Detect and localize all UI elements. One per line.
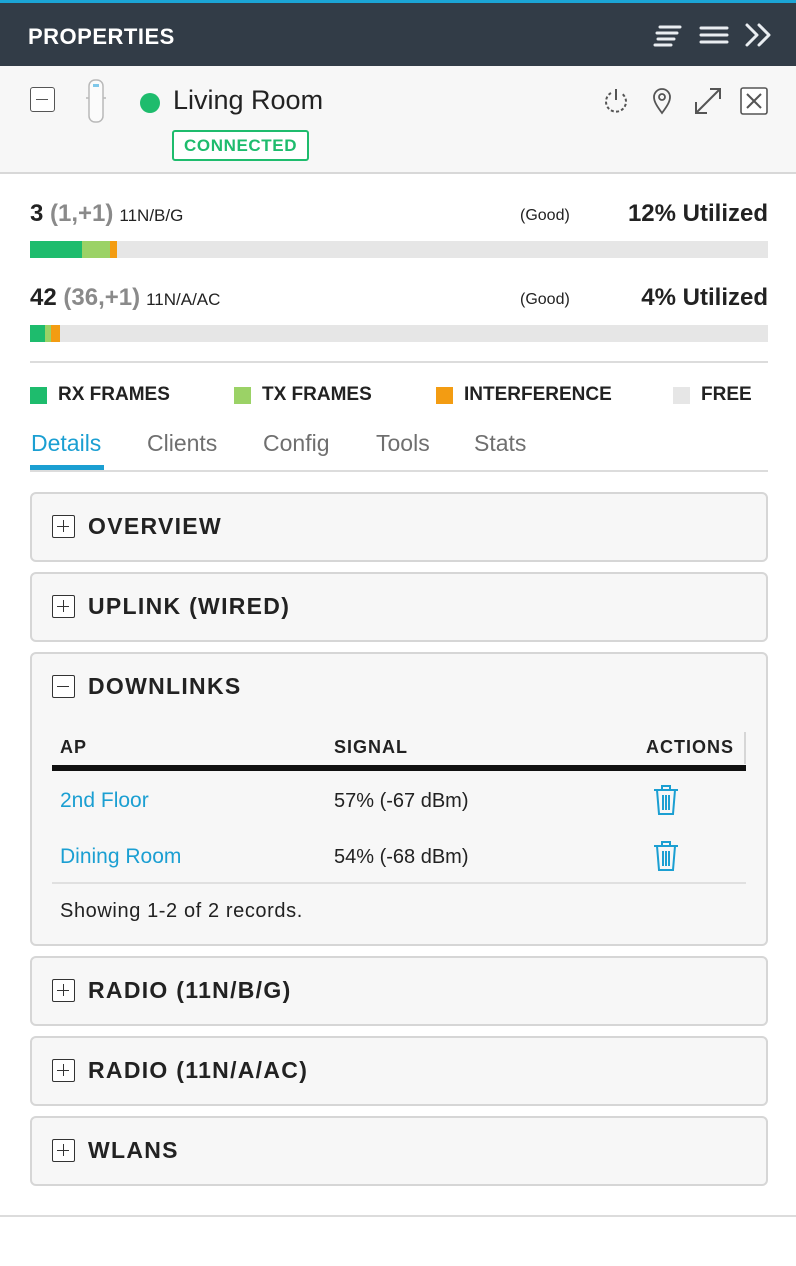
section-overview-toggle[interactable]: OVERVIEW <box>32 494 766 560</box>
radio-utilization: 4% Utilized <box>641 284 768 311</box>
section-uplink: UPLINK (WIRED) <box>30 572 768 642</box>
radio-band: 11N/A/AC <box>146 290 221 309</box>
status-badge: CONNECTED <box>172 130 310 161</box>
radio-band: 11N/B/G <box>119 206 184 225</box>
panel-title: PROPERTIES <box>28 24 175 49</box>
footer-divider <box>0 1215 796 1217</box>
properties-header: PROPERTIES <box>0 0 796 66</box>
downlink-ap-link[interactable]: 2nd Floor <box>60 789 149 813</box>
collapse-panel-icon[interactable] <box>744 20 776 50</box>
tab-tools[interactable]: Tools <box>376 430 430 457</box>
legend-swatch <box>673 387 690 404</box>
records-count: Showing 1-2 of 2 records. <box>60 900 303 922</box>
section-radio-nac-toggle[interactable]: RADIO (11N/A/AC) <box>32 1038 766 1104</box>
expand-plus-icon <box>52 595 75 618</box>
table-header-rule <box>52 765 746 771</box>
section-title: RADIO (11N/A/AC) <box>88 1057 309 1083</box>
collapse-minus-icon <box>52 675 75 698</box>
radio-quality: (Good) <box>520 291 570 308</box>
legend-swatch <box>30 387 47 404</box>
tab-clients[interactable]: Clients <box>147 430 217 457</box>
locate-icon[interactable] <box>647 86 677 116</box>
rx-frames-segment <box>30 325 45 342</box>
tab-stats[interactable]: Stats <box>474 430 526 457</box>
rx-frames-segment <box>30 241 82 258</box>
expand-icon[interactable] <box>693 86 723 116</box>
client-count-detail: (36,+1) <box>63 284 141 311</box>
expand-plus-icon <box>52 515 75 538</box>
column-resize-handle[interactable] <box>744 732 746 764</box>
expand-plus-icon <box>52 1139 75 1162</box>
menu-icon[interactable] <box>698 20 730 50</box>
table-footer-rule <box>52 882 746 884</box>
utilization-bar <box>30 325 768 342</box>
power-icon[interactable] <box>601 86 631 116</box>
downlink-signal: 54% (-68 dBm) <box>334 846 469 868</box>
tx-frames-segment <box>81 241 110 258</box>
legend-swatch <box>436 387 453 404</box>
device-name: Living Room <box>173 85 324 115</box>
client-count-detail: (1,+1) <box>50 200 114 227</box>
access-point-icon <box>84 78 108 124</box>
section-radio-ng: RADIO (11N/B/G) <box>30 956 768 1026</box>
section-uplink-toggle[interactable]: UPLINK (WIRED) <box>32 574 766 640</box>
radio-quality: (Good) <box>520 207 570 224</box>
column-header-ap[interactable]: AP <box>60 737 87 758</box>
section-downlinks: DOWNLINKS AP SIGNAL ACTIONS 2nd Floor 57… <box>30 652 768 946</box>
trash-icon[interactable] <box>652 840 680 872</box>
close-icon[interactable] <box>739 86 769 116</box>
active-tab-indicator <box>30 465 104 470</box>
column-header-signal[interactable]: SIGNAL <box>334 737 408 758</box>
trash-icon[interactable] <box>652 784 680 816</box>
interference-segment <box>50 325 60 342</box>
section-title: RADIO (11N/B/G) <box>88 977 292 1003</box>
section-wlans: WLANS <box>30 1116 768 1186</box>
client-count: 3 <box>30 200 44 227</box>
collapse-device-button[interactable] <box>30 87 55 112</box>
section-title: OVERVIEW <box>88 513 222 539</box>
downlink-signal: 57% (-67 dBm) <box>334 790 469 812</box>
section-radio-nac: RADIO (11N/A/AC) <box>30 1036 768 1106</box>
client-count: 42 <box>30 284 57 311</box>
legend-swatch <box>234 387 251 404</box>
downlink-ap-link[interactable]: Dining Room <box>60 845 181 869</box>
section-title: DOWNLINKS <box>88 673 242 699</box>
status-indicator <box>140 93 160 113</box>
column-header-actions: ACTIONS <box>646 737 734 757</box>
sort-icon[interactable] <box>652 20 684 50</box>
section-wlans-toggle[interactable]: WLANS <box>32 1118 766 1184</box>
device-header: Living Room CONNECTED <box>0 66 796 174</box>
utilization-bar <box>30 241 768 258</box>
property-tabs: Details Clients Config Tools Stats <box>30 428 768 472</box>
section-title: WLANS <box>88 1137 179 1163</box>
section-radio-ng-toggle[interactable]: RADIO (11N/B/G) <box>32 958 766 1024</box>
radio-utilization: 12% Utilized <box>627 200 768 227</box>
section-title: UPLINK (WIRED) <box>88 593 291 619</box>
section-downlinks-toggle[interactable]: DOWNLINKS <box>32 654 766 720</box>
expand-plus-icon <box>52 979 75 1002</box>
interference-segment <box>109 241 118 258</box>
divider <box>30 361 768 363</box>
tab-details[interactable]: Details <box>31 430 101 457</box>
section-overview: OVERVIEW <box>30 492 768 562</box>
tab-config[interactable]: Config <box>263 430 329 457</box>
expand-plus-icon <box>52 1059 75 1082</box>
